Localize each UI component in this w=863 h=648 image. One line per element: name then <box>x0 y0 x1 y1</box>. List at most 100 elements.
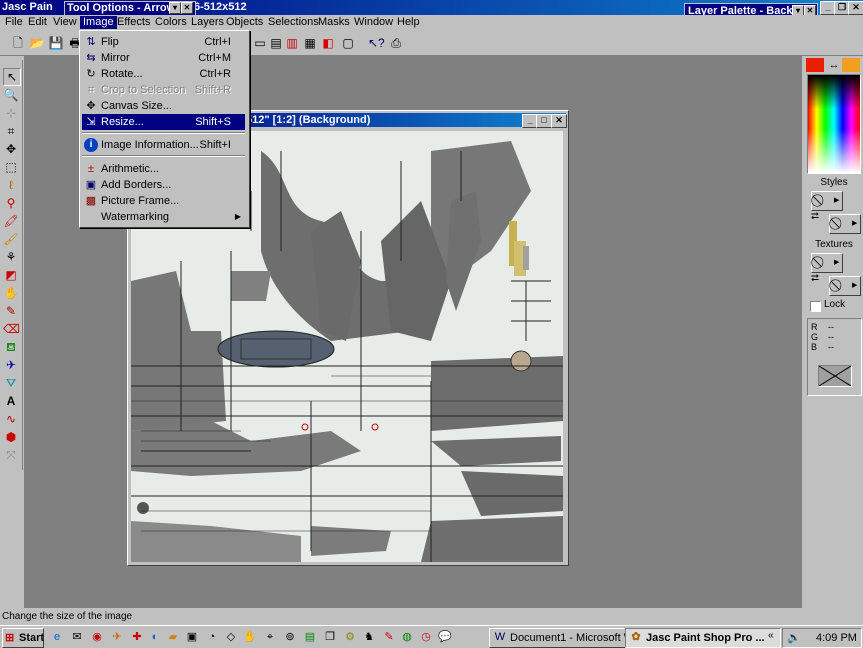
copy-icon[interactable]: ❐ <box>323 630 337 644</box>
globe-icon[interactable]: ◍ <box>400 630 414 644</box>
draw-tool-icon[interactable]: ∿ <box>3 411 19 427</box>
preset-shapes-tool-icon[interactable]: ⬢ <box>3 429 19 445</box>
paint-icon[interactable]: ✈ <box>110 630 124 644</box>
foreground-style-button[interactable]: ⃠ ▶ <box>811 191 843 211</box>
flood-fill-tool-icon[interactable]: ⛛ <box>3 375 19 391</box>
tool-options-window[interactable]: Tool Options - Arrow ▾ ✕ <box>64 1 196 16</box>
menu-effects[interactable]: Effects <box>114 16 153 29</box>
menu-colors[interactable]: Colors <box>152 16 190 29</box>
internet-explorer-icon[interactable]: e <box>50 630 64 644</box>
text-tool-icon[interactable]: A <box>3 393 19 409</box>
start-button[interactable]: ⊞ Start <box>2 628 44 648</box>
object-selector-tool-icon[interactable]: ⤧ <box>3 447 19 463</box>
network-icon[interactable]: ◐ <box>148 630 162 644</box>
menu-item-canvas-size[interactable]: ✥ Canvas Size... <box>82 98 245 114</box>
menu-item-resize[interactable]: ⇲ Resize... Shift+S <box>82 114 245 130</box>
arrow-tool-icon[interactable]: ↖ <box>3 68 21 86</box>
menu-selections[interactable]: Selections <box>265 16 322 29</box>
menu-item-flip[interactable]: ⇅ Flip Ctrl+I <box>82 34 245 50</box>
menu-item-mirror[interactable]: ⇆ Mirror Ctrl+M <box>82 50 245 66</box>
selection-tool-icon[interactable]: ⬚ <box>3 159 19 175</box>
background-style-button[interactable]: ⃠ ▶ <box>829 214 861 234</box>
scanner-icon[interactable]: ⎙ <box>388 35 404 51</box>
help-pointer-icon[interactable]: ↖? <box>368 35 385 51</box>
image-maximize-icon[interactable]: □ <box>536 114 552 128</box>
background-texture-button[interactable]: ⃠ ▶ <box>829 276 861 296</box>
clone-brush-tool-icon[interactable]: ⚘ <box>3 249 19 265</box>
menu-item-picture-frame[interactable]: ▩ Picture Frame... <box>82 193 245 209</box>
disk-icon[interactable]: ◔ <box>205 630 219 644</box>
image-close-icon[interactable]: ✕ <box>551 114 567 128</box>
taskbar-button-paint-shop-pro[interactable]: ✿ Jasc Paint Shop Pro ... <box>625 628 781 648</box>
menu-image[interactable]: Image <box>80 16 117 29</box>
zoom-tool-icon[interactable]: 🔍 <box>3 87 19 103</box>
menu-file[interactable]: File <box>2 16 26 29</box>
swap-styles-icon[interactable]: ⮂ <box>811 211 819 222</box>
color-replacer-tool-icon[interactable]: ◩ <box>3 267 19 283</box>
outlook-icon[interactable]: ✉ <box>70 630 84 644</box>
color-bars-icon[interactable]: ▥ <box>284 35 300 51</box>
app-quicklaunch-icon[interactable]: ◉ <box>90 630 104 644</box>
chess-icon[interactable]: ♞ <box>362 630 376 644</box>
clock-icon[interactable]: ◷ <box>419 630 433 644</box>
monitor-icon[interactable]: ▣ <box>185 630 199 644</box>
dropper-tool-icon[interactable]: 🖍 <box>3 213 19 229</box>
chat-icon[interactable]: 💬 <box>438 630 452 644</box>
brush-icon[interactable]: ✎ <box>382 630 396 644</box>
foreground-color-swatch[interactable] <box>806 58 824 72</box>
cursor-icon[interactable]: ⌖ <box>263 630 277 644</box>
scratch-remover-tool-icon[interactable]: ✎ <box>3 303 19 319</box>
menu-layers[interactable]: Layers <box>188 16 227 29</box>
spreadsheet-icon[interactable]: ▤ <box>303 630 317 644</box>
deform-tool-icon[interactable]: ⊹ <box>3 105 19 121</box>
menu-item-rotate[interactable]: ↻ Rotate... Ctrl+R <box>82 66 245 82</box>
color-picker-spectrum[interactable] <box>807 74 861 174</box>
menu-objects[interactable]: Objects <box>223 16 266 29</box>
histogram-icon[interactable]: ▭ <box>252 35 268 51</box>
menu-item-crop-to-selection[interactable]: ⌗ Crop to Selection Shift+R <box>82 82 245 98</box>
overview-icon[interactable]: ▢ <box>340 35 356 51</box>
menu-item-add-borders[interactable]: ▣ Add Borders... <box>82 177 245 193</box>
crop-tool-icon[interactable]: ⌗ <box>3 123 19 139</box>
close-icon[interactable]: ✕ <box>848 1 863 15</box>
menu-help[interactable]: Help <box>394 16 423 29</box>
taskbar-button-word[interactable]: W Document1 - Microsoft W... <box>489 628 641 648</box>
airbrush-tool-icon[interactable]: ✈ <box>3 357 19 373</box>
swap-colors-icon[interactable]: ↔ <box>827 58 841 72</box>
tool-options-close-icon[interactable]: ✕ <box>181 2 193 14</box>
mover-tool-icon[interactable]: ✥ <box>3 141 19 157</box>
hand-icon[interactable]: ✋ <box>243 630 257 644</box>
chart-icon[interactable]: ▦ <box>302 35 318 51</box>
menu-window[interactable]: Window <box>351 16 396 29</box>
volume-icon[interactable]: 🔈 <box>787 629 801 647</box>
paintbrush-tool-icon[interactable]: 🖌 <box>3 231 19 247</box>
palette-icon[interactable]: ▤ <box>268 35 284 51</box>
freehand-tool-icon[interactable]: ℓ <box>3 177 19 193</box>
lock-checkbox[interactable] <box>810 301 821 312</box>
background-color-swatch[interactable] <box>842 58 860 72</box>
menu-item-watermarking[interactable]: Watermarking ▶ <box>82 209 245 225</box>
magic-wand-tool-icon[interactable]: ⚲ <box>3 195 19 211</box>
menu-view[interactable]: View <box>50 16 80 29</box>
menu-edit[interactable]: Edit <box>25 16 50 29</box>
folder-icon[interactable]: ▰ <box>166 630 180 644</box>
swap-textures-icon[interactable]: ⮂ <box>811 273 819 284</box>
retouch-tool-icon[interactable]: ✋ <box>3 285 19 301</box>
foreground-texture-button[interactable]: ⃠ ▶ <box>811 253 843 273</box>
eraser-tool-icon[interactable]: ⌫ <box>3 321 20 337</box>
red-cross-icon[interactable]: ✚ <box>130 630 144 644</box>
system-tray: 🔈 4:09 PM <box>782 628 862 648</box>
mouse-icon[interactable]: ⊚ <box>283 630 297 644</box>
layers-icon[interactable]: ◧ <box>320 35 336 51</box>
taskbar-scroll-icon[interactable]: « <box>768 630 774 641</box>
open-folder-icon[interactable]: 📂 <box>29 35 45 51</box>
menu-item-arithmetic[interactable]: ± Arithmetic... <box>82 161 245 177</box>
menu-item-image-information[interactable]: i Image Information... Shift+I <box>82 137 245 153</box>
gear-icon[interactable]: ⚙ <box>343 630 357 644</box>
tool-options-dropdown-icon[interactable]: ▾ <box>169 2 181 14</box>
diamond-icon[interactable]: ◇ <box>224 630 238 644</box>
picture-tube-tool-icon[interactable]: ⛾ <box>3 339 19 355</box>
save-icon[interactable]: 💾 <box>48 35 64 51</box>
menu-masks[interactable]: Masks <box>315 16 353 29</box>
new-file-icon[interactable]: 🗋 <box>10 35 26 51</box>
